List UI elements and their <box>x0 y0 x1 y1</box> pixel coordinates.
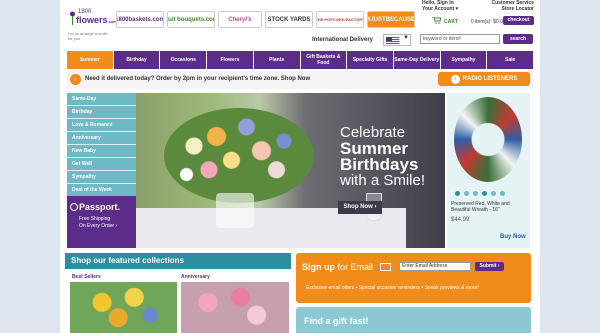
search-button[interactable]: search <box>503 34 533 44</box>
cart-label: CART <box>444 18 458 25</box>
carousel-dot[interactable] <box>455 191 460 196</box>
us-flag-icon <box>386 37 399 44</box>
sidebar-item-new-baby[interactable]: New Baby <box>67 145 137 158</box>
buy-now-link[interactable]: Buy Now <box>500 234 526 240</box>
passport-title: Passport. <box>79 202 121 212</box>
brand-popcorn-factory[interactable]: THE POPCORN FACTORY <box>316 11 364 28</box>
sidebar-item-birthday[interactable]: Birthday <box>67 106 137 119</box>
site-logo[interactable]: 1800 flowers.com Let us arrange a smile … <box>66 9 117 41</box>
radio-listeners-button[interactable]: ♪ RADIO LISTENERS <box>438 72 530 86</box>
carousel-dot[interactable] <box>500 191 505 196</box>
country-selector[interactable]: ▼ <box>383 34 411 46</box>
brand-stock-yards[interactable]: STOCK YARDS <box>265 11 313 28</box>
featured-collections-header: Shop our featured collections <box>65 253 291 269</box>
best-sellers-label[interactable]: Best Sellers <box>72 274 101 280</box>
wreath-price: $44.99 <box>451 217 470 223</box>
nav-flowers[interactable]: Flowers <box>207 51 253 69</box>
hero-banner[interactable]: Celebrate Summer Birthdays with a Smile!… <box>136 93 445 248</box>
hero-bouquet-image <box>164 108 314 203</box>
delivery-promo-text[interactable]: Need it delivered today? Order by 2pm in… <box>85 76 310 82</box>
email-signup: Sign up for Email Enter Email Address Su… <box>296 253 531 303</box>
brand-cheryls[interactable]: Cheryl's <box>218 11 262 28</box>
email-submit-button[interactable]: Submit › <box>475 262 504 271</box>
carousel-dot[interactable] <box>473 191 478 196</box>
cart-icon <box>432 16 442 26</box>
brand-logos: 1800baskets.com fruit bouquets.com Chery… <box>116 11 415 28</box>
sidebar-item-anniversary[interactable]: Anniversary <box>67 132 137 145</box>
nav-birthday[interactable]: Birthday <box>113 51 160 69</box>
best-sellers-image[interactable] <box>70 282 177 333</box>
nav-same-day[interactable]: Same-Day Delivery <box>393 51 440 69</box>
nav-gift-baskets[interactable]: Gift Baskets & Food <box>300 51 347 69</box>
signup-title: Sign up for Email <box>302 262 374 272</box>
service-links: Customer Service Store Locator <box>486 0 534 12</box>
passport-promo[interactable]: Passport. Free Shipping On Every Order › <box>67 196 147 248</box>
hero-headline: Celebrate Summer Birthdays with a Smile! <box>340 124 426 189</box>
nav-sale[interactable]: Sale <box>487 51 534 69</box>
nav-sympathy[interactable]: Sympathy <box>440 51 487 69</box>
mail-icon <box>380 263 391 271</box>
your-account-link[interactable]: Your Account ▾ <box>422 6 458 12</box>
passport-icon <box>70 203 78 211</box>
cart-summary[interactable]: CART 0 item(s): $0.00 <box>432 16 506 26</box>
brand-just-because[interactable]: #JUSTBECAUSE <box>367 11 415 28</box>
nav-summer[interactable]: Summer <box>67 51 113 69</box>
wreath-image <box>454 97 522 182</box>
sidebar-item-sympathy[interactable]: Sympathy <box>67 171 137 184</box>
hero-vase <box>216 193 254 228</box>
brand-fruit-bouquets[interactable]: fruit bouquets.com <box>167 11 215 28</box>
sidebar-item-love-romance[interactable]: Love & Romance <box>67 119 137 132</box>
store-locator-link[interactable]: Store Locator <box>486 6 534 12</box>
chevron-down-icon: ▼ <box>403 35 409 41</box>
carousel-dot[interactable] <box>482 191 487 196</box>
arrow-right-icon: › <box>70 74 81 85</box>
account-menu[interactable]: Hello, Sign In Your Account ▾ <box>422 0 458 12</box>
sidebar-item-get-well[interactable]: Get Well <box>67 158 137 171</box>
radio-listeners-label: RADIO LISTENERS <box>462 76 518 82</box>
anniversary-label[interactable]: Anniversary <box>181 274 210 280</box>
sidebar-item-same-day[interactable]: Same-Day <box>67 93 137 106</box>
search-input[interactable]: keyword or item# <box>420 34 500 44</box>
hero-shop-now-button[interactable]: Shop Now › <box>338 201 382 214</box>
email-input[interactable]: Enter Email Address <box>399 262 471 271</box>
wreath-promo[interactable]: Preserved Red, White and Beautiful Wreat… <box>447 93 530 248</box>
gift-finder-title: Find a gift fast! <box>304 316 369 326</box>
cart-count: 0 item(s): $0.00 <box>470 18 506 25</box>
logo-tagline: Let us arrange a smile for you <box>68 31 108 41</box>
nav-plants[interactable]: Plants <box>253 51 300 69</box>
sidebar: Same-Day Birthday Love & Romance Anniver… <box>67 93 147 248</box>
checkout-button[interactable]: checkout <box>503 16 534 25</box>
nav-specialty-gifts[interactable]: Specialty Gifts <box>347 51 393 69</box>
signup-description: Exclusive email offers • Special occasio… <box>306 285 479 291</box>
carousel-dots <box>455 191 505 196</box>
logo-name: flowers.com <box>76 15 117 25</box>
wreath-title[interactable]: Preserved Red, White and Beautiful Wreat… <box>451 201 529 213</box>
main-nav: Summer Birthday Occasions Flowers Plants… <box>67 51 534 69</box>
radio-icon: ♪ <box>450 74 460 84</box>
international-delivery-label: International Delivery <box>312 37 374 43</box>
brand-baskets[interactable]: 1800baskets.com <box>116 11 164 28</box>
carousel-dot[interactable] <box>464 191 469 196</box>
nav-occasions[interactable]: Occasions <box>160 51 207 69</box>
anniversary-image[interactable] <box>181 282 289 333</box>
carousel-dot[interactable] <box>491 191 496 196</box>
passport-subtitle: Free Shipping On Every Order › <box>79 216 118 229</box>
gift-finder[interactable]: Find a gift fast! <box>296 307 531 333</box>
